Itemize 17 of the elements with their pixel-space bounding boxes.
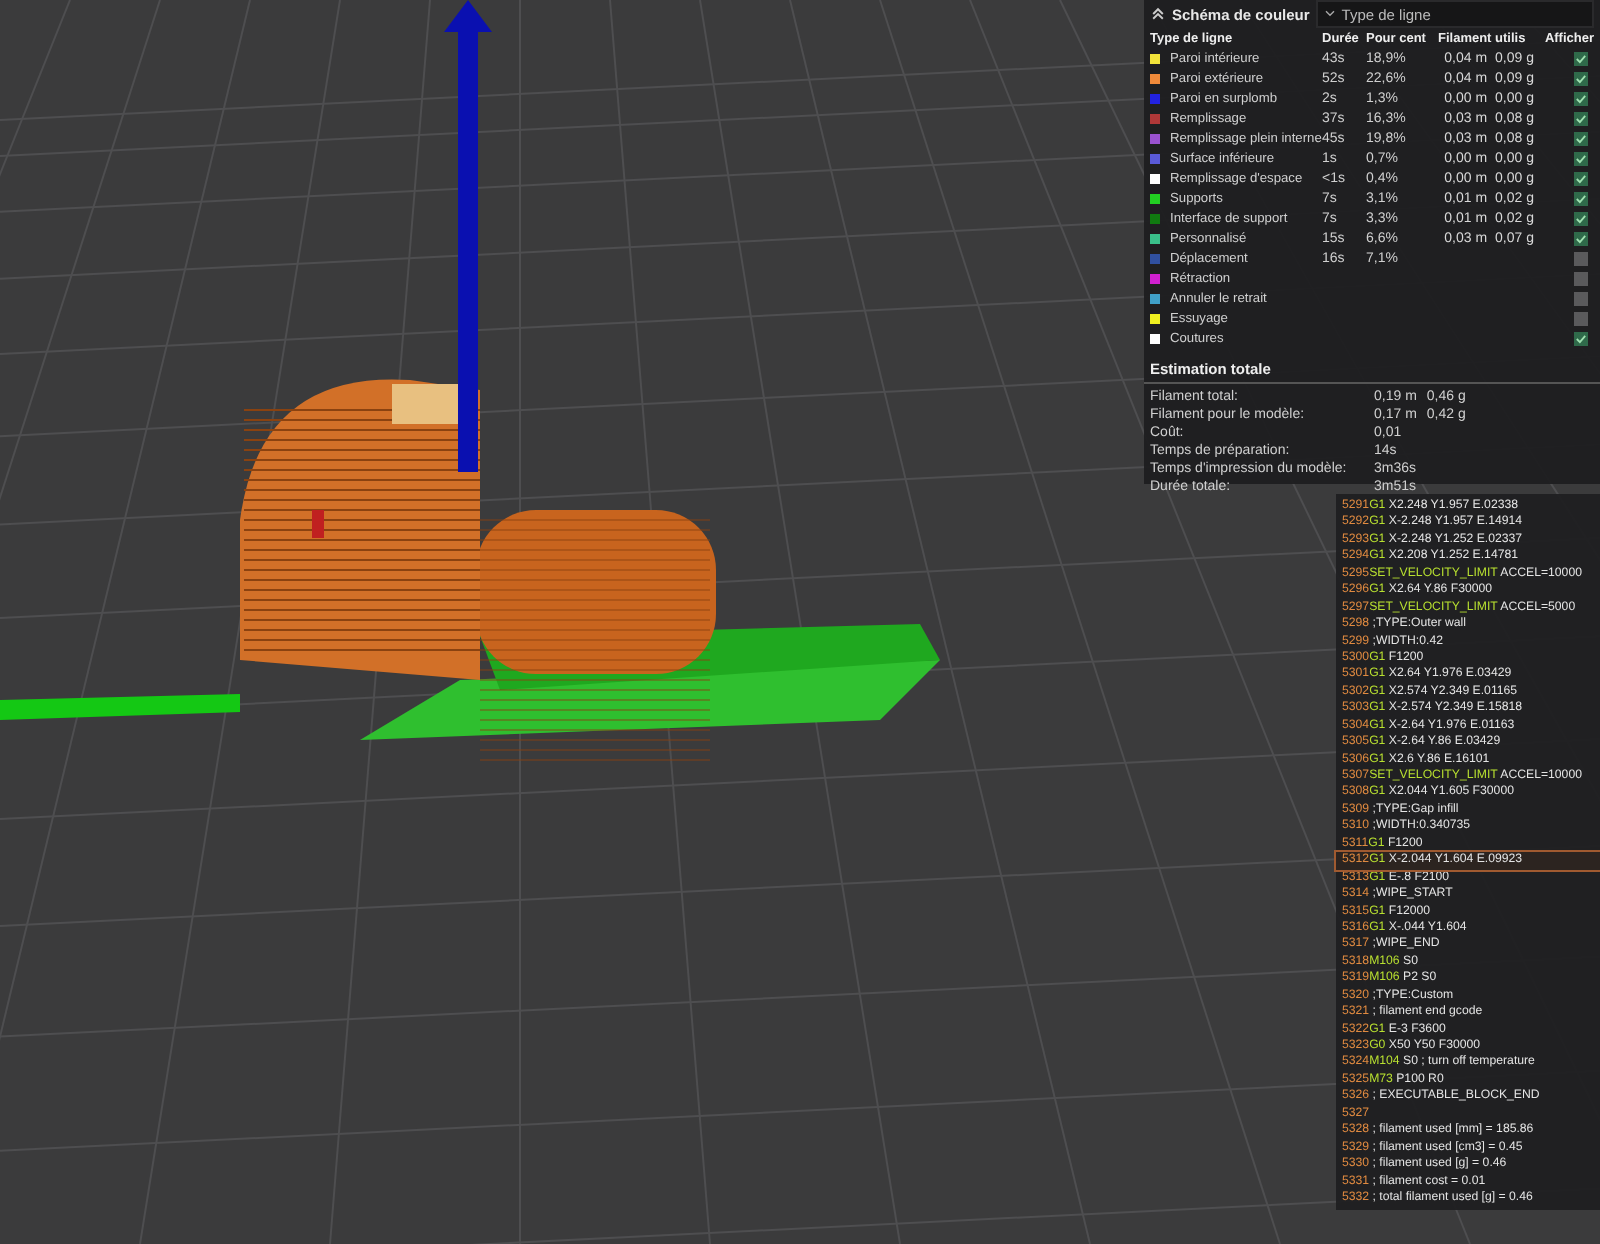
show-checkbox[interactable] <box>1573 291 1587 305</box>
show-checkbox[interactable] <box>1573 191 1587 205</box>
show-checkbox[interactable] <box>1573 71 1587 85</box>
collapse-chevron-icon[interactable] <box>1150 6 1166 22</box>
show-checkbox[interactable] <box>1573 251 1587 265</box>
show-checkbox[interactable] <box>1573 311 1587 325</box>
show-checkbox[interactable] <box>1573 211 1587 225</box>
show-checkbox[interactable] <box>1573 151 1587 165</box>
show-checkbox[interactable] <box>1573 171 1587 185</box>
caret-icon <box>1323 10 1336 18</box>
show-checkbox[interactable] <box>1573 331 1587 345</box>
show-checkbox[interactable] <box>1573 271 1587 285</box>
show-checkbox[interactable] <box>1573 111 1587 125</box>
show-checkbox[interactable] <box>1573 91 1587 105</box>
show-checkbox[interactable] <box>1573 51 1587 65</box>
show-checkbox[interactable] <box>1573 231 1587 245</box>
show-checkbox[interactable] <box>1573 131 1587 145</box>
